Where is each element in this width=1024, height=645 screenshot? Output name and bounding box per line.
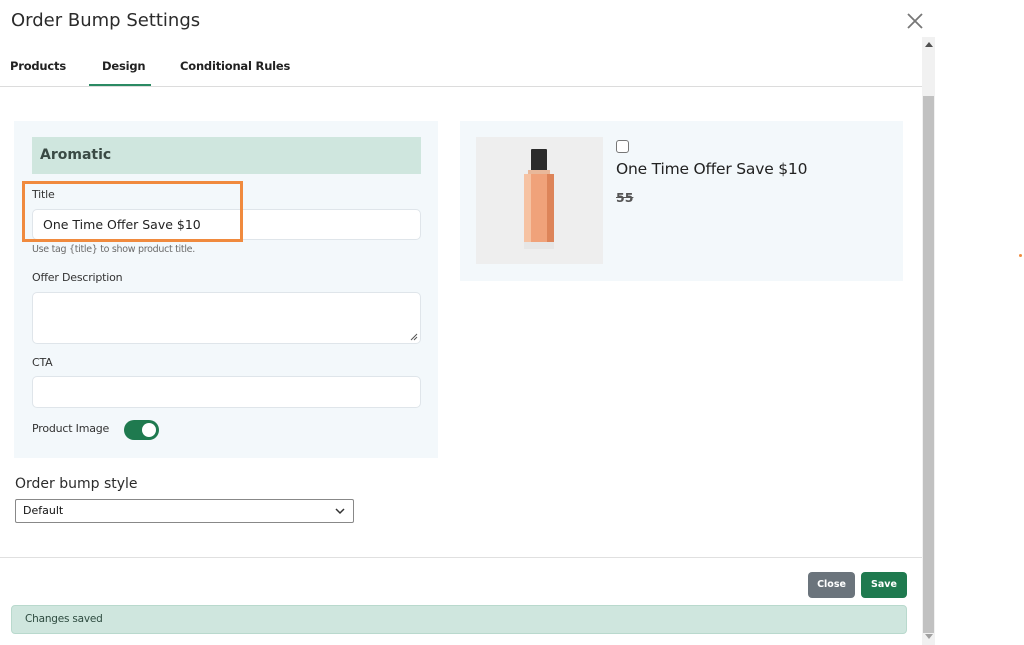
tab-conditional-rules[interactable]: Conditional Rules bbox=[180, 59, 290, 73]
order-bump-style-select[interactable]: Default bbox=[15, 499, 354, 523]
add-offer-checkbox[interactable] bbox=[616, 140, 629, 153]
tab-design[interactable]: Design bbox=[102, 59, 146, 73]
save-button[interactable]: Save bbox=[861, 572, 907, 598]
scroll-up-arrow-icon[interactable] bbox=[925, 42, 933, 47]
offer-description-textarea[interactable] bbox=[32, 292, 421, 344]
title-highlight-box bbox=[22, 181, 243, 242]
product-image-toggle[interactable] bbox=[124, 420, 159, 440]
scroll-thumb[interactable] bbox=[923, 96, 934, 633]
preview-price: 55 bbox=[616, 190, 634, 205]
product-image bbox=[476, 137, 603, 264]
title-hint: Use tag {title} to show product title. bbox=[32, 244, 195, 255]
tab-bar: Products Design Conditional Rules bbox=[0, 50, 922, 87]
decorative-dot bbox=[1019, 254, 1022, 257]
active-tab-indicator bbox=[89, 84, 151, 86]
product-image-label: Product Image bbox=[32, 422, 110, 435]
close-button[interactable]: Close bbox=[808, 572, 855, 598]
order-bump-settings-dialog: Order Bump Settings Products Design Cond… bbox=[0, 0, 923, 645]
cta-label: CTA bbox=[32, 356, 53, 369]
preview-title: One Time Offer Save $10 bbox=[616, 160, 808, 178]
dialog-title: Order Bump Settings bbox=[11, 10, 201, 31]
order-bump-style-label: Order bump style bbox=[15, 476, 138, 492]
select-value: Default bbox=[23, 504, 64, 517]
perfume-bottle-icon bbox=[524, 149, 554, 249]
section-header: Aromatic bbox=[32, 137, 421, 174]
status-alert: Changes saved bbox=[11, 605, 907, 634]
vertical-scrollbar[interactable] bbox=[922, 37, 935, 645]
offer-description-label: Offer Description bbox=[32, 271, 123, 284]
resize-grip-icon[interactable] bbox=[410, 333, 418, 341]
close-icon[interactable] bbox=[903, 9, 927, 33]
chevron-down-icon bbox=[335, 508, 345, 515]
scroll-down-arrow-icon[interactable] bbox=[925, 634, 933, 639]
cta-input[interactable] bbox=[32, 376, 421, 408]
tab-products[interactable]: Products bbox=[10, 59, 66, 73]
footer-divider bbox=[0, 557, 922, 558]
toggle-knob bbox=[142, 423, 156, 437]
